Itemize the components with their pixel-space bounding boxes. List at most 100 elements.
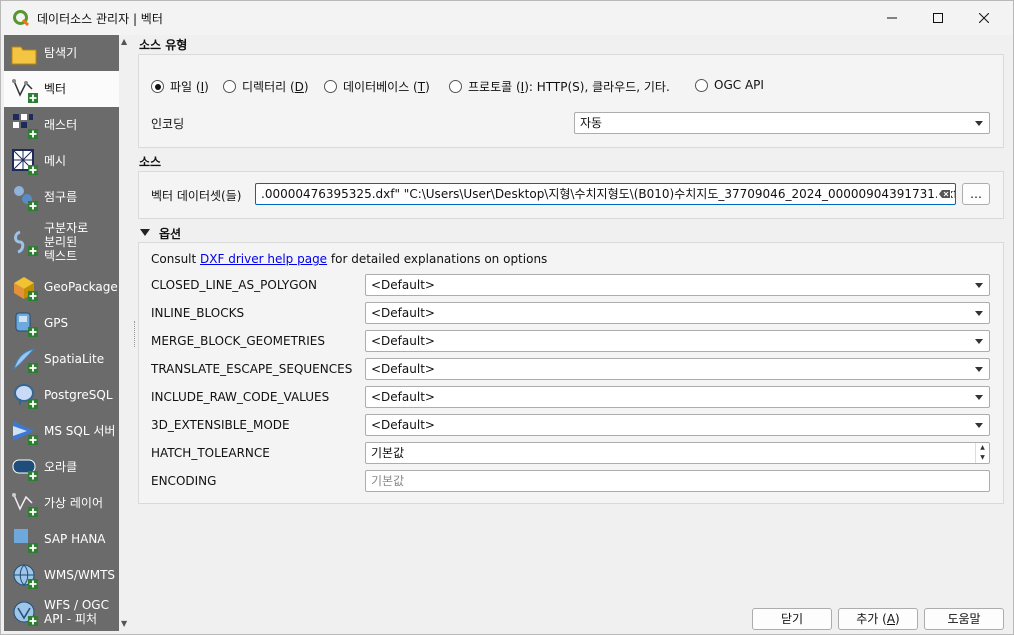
minimize-button[interactable] [869,1,915,35]
splitter-handle[interactable] [134,321,136,347]
radio-indicator [324,80,337,93]
radio-shortcut: D [294,79,304,94]
sidebar-item-raster[interactable]: 래스터 [4,107,119,143]
sidebar-item-point-cloud[interactable]: 점구름 [4,179,119,215]
sidebar-item-folder[interactable]: 탐색기 [4,35,119,71]
close-window-button[interactable] [961,1,1007,35]
option-label: CLOSED_LINE_AS_POLYGON [151,278,317,292]
sidebar-item-wms[interactable]: WMS/WMTS [4,557,119,593]
source-type-radio-4[interactable]: OGC API [695,78,764,92]
delimited-text-icon [14,230,38,256]
chevron-down-icon [975,283,983,288]
encoding-select[interactable]: 자동 [574,112,990,134]
chevron-down-icon [975,423,983,428]
option-label: HATCH_TOLEARNCE [151,446,270,460]
browse-button[interactable]: … [962,183,990,205]
option-label: INCLUDE_RAW_CODE_VALUES [151,390,330,404]
option-select[interactable]: <Default> [365,358,990,380]
sidebar-item-label: PostgreSQL [44,388,113,402]
option-label: MERGE_BLOCK_GEOMETRIES [151,334,326,348]
sidebar-item-delimited-text[interactable]: 구분자로 분리된 텍스트 [4,215,119,269]
source-type-radio-1[interactable]: 디렉터리 (D) [223,78,309,95]
option-select[interactable]: <Default> [365,330,990,352]
chevron-down-icon [975,339,983,344]
option-select[interactable]: <Default> [365,302,990,324]
option-select[interactable]: <Default> [365,386,990,408]
radio-indicator [223,80,236,93]
option-placeholder: 기본값 [371,474,405,488]
radio-label-tail: ) [204,79,209,94]
radio-indicator [695,78,708,92]
sidebar-item-mesh[interactable]: 메시 [4,143,119,179]
source-heading: 소스 [139,155,162,169]
scroll-up-icon[interactable]: ▲ [121,37,127,46]
chevron-down-icon [975,121,983,126]
sidebar-item-label: WFS / OGC API - 피처 [44,598,109,626]
add-button[interactable]: 추가 (A) [838,608,918,630]
consult-text: Consult DXF driver help page for detaile… [151,252,547,266]
add-label: 추가 ( [856,612,887,626]
scroll-down-icon[interactable]: ▼ [121,619,127,628]
radio-label: OGC API [714,78,764,92]
gps-icon [15,312,38,337]
sidebar-item-label: 가상 레이어 [44,496,104,510]
vector-dataset-value: .00000476395325.dxf" "C:\Users\User\Desk… [261,187,956,201]
sidebar-item-label: 점구름 [44,190,78,204]
sidebar-item-label: SpatiaLite [44,352,105,366]
option-spinbox[interactable]: 기본값 ▲ ▼ [365,442,990,464]
radio-label-tail: ) [425,79,430,94]
vector-dataset-input[interactable]: .00000476395325.dxf" "C:\Users\User\Desk… [255,183,956,205]
sidebar-item-oracle[interactable]: 오라클 [4,449,119,485]
sidebar: 탐색기 벡터래스터메시점구름구분자로 분리된 텍스트 GeoPackage GPS Sp… [4,35,119,631]
maximize-button[interactable] [915,1,961,35]
chevron-down-icon [975,311,983,316]
title-bar: 데이터소스 관리자 | 벡터 [1,1,1013,35]
sidebar-item-postgresql[interactable]: PostgreSQL [4,377,119,413]
radio-indicator [449,80,462,93]
radio-shortcut: T [417,79,426,94]
spin-arrows-icon[interactable]: ▲ ▼ [975,443,989,463]
vector-icon [12,79,38,103]
option-label: INLINE_BLOCKS [151,306,245,320]
sidebar-item-vector[interactable]: 벡터 [4,71,119,107]
encoding-label: 인코딩 [151,117,185,131]
clear-icon [939,190,950,198]
radio-label-tail: ) [303,79,309,94]
sidebar-item-sap-hana[interactable]: SAP HANA [4,521,119,557]
option-label: 3D_EXTENSIBLE_MODE [151,418,290,432]
source-type-radio-2[interactable]: 데이터베이스 (T) [324,78,430,95]
source-type-radio-0[interactable]: 파일 (I) [151,78,209,95]
sidebar-item-mssql[interactable]: MS SQL 서버 [4,413,119,449]
option-value: <Default> [371,306,435,320]
sidebar-item-label: 래스터 [44,118,78,132]
sap-hana-icon [14,529,38,553]
option-select[interactable]: <Default> [365,274,990,296]
option-value: <Default> [371,362,435,376]
sidebar-item-spatialite[interactable]: SpatiaLite [4,341,119,377]
chevron-down-icon [975,395,983,400]
clear-input-button[interactable] [937,187,951,201]
folder-icon [11,46,37,65]
option-value: <Default> [371,278,435,292]
raster-icon [13,114,38,139]
sidebar-item-virtual-layer[interactable]: 가상 레이어 [4,485,119,521]
qgis-logo-icon [13,10,29,26]
option-text-input[interactable]: 기본값 [365,470,990,492]
geopackage-icon [14,277,38,301]
sidebar-item-label: 구분자로 분리된 텍스트 [44,221,89,263]
sidebar-item-gps[interactable]: GPS [4,305,119,341]
sidebar-item-label: MS SQL 서버 [44,424,116,438]
help-button[interactable]: 도움말 [924,608,1004,630]
close-button[interactable]: 닫기 [752,608,832,630]
consult-prefix: Consult [151,252,201,266]
sidebar-scrollbar[interactable]: ▲ ▼ [119,35,133,631]
dxf-help-link[interactable]: DXF driver help page [200,252,327,266]
radio-label: 데이터베이스 ( [343,80,418,94]
collapse-triangle-icon[interactable] [140,229,150,237]
mssql-icon [13,421,38,445]
sidebar-item-wfs[interactable]: WFS / OGC API - 피처 [4,593,119,631]
sidebar-item-geopackage[interactable]: GeoPackage [4,269,119,305]
radio-indicator [151,80,164,93]
option-select[interactable]: <Default> [365,414,990,436]
source-type-radio-3[interactable]: 프로토콜 (I): HTTP(S), 클라우드, 기타. [449,78,670,95]
